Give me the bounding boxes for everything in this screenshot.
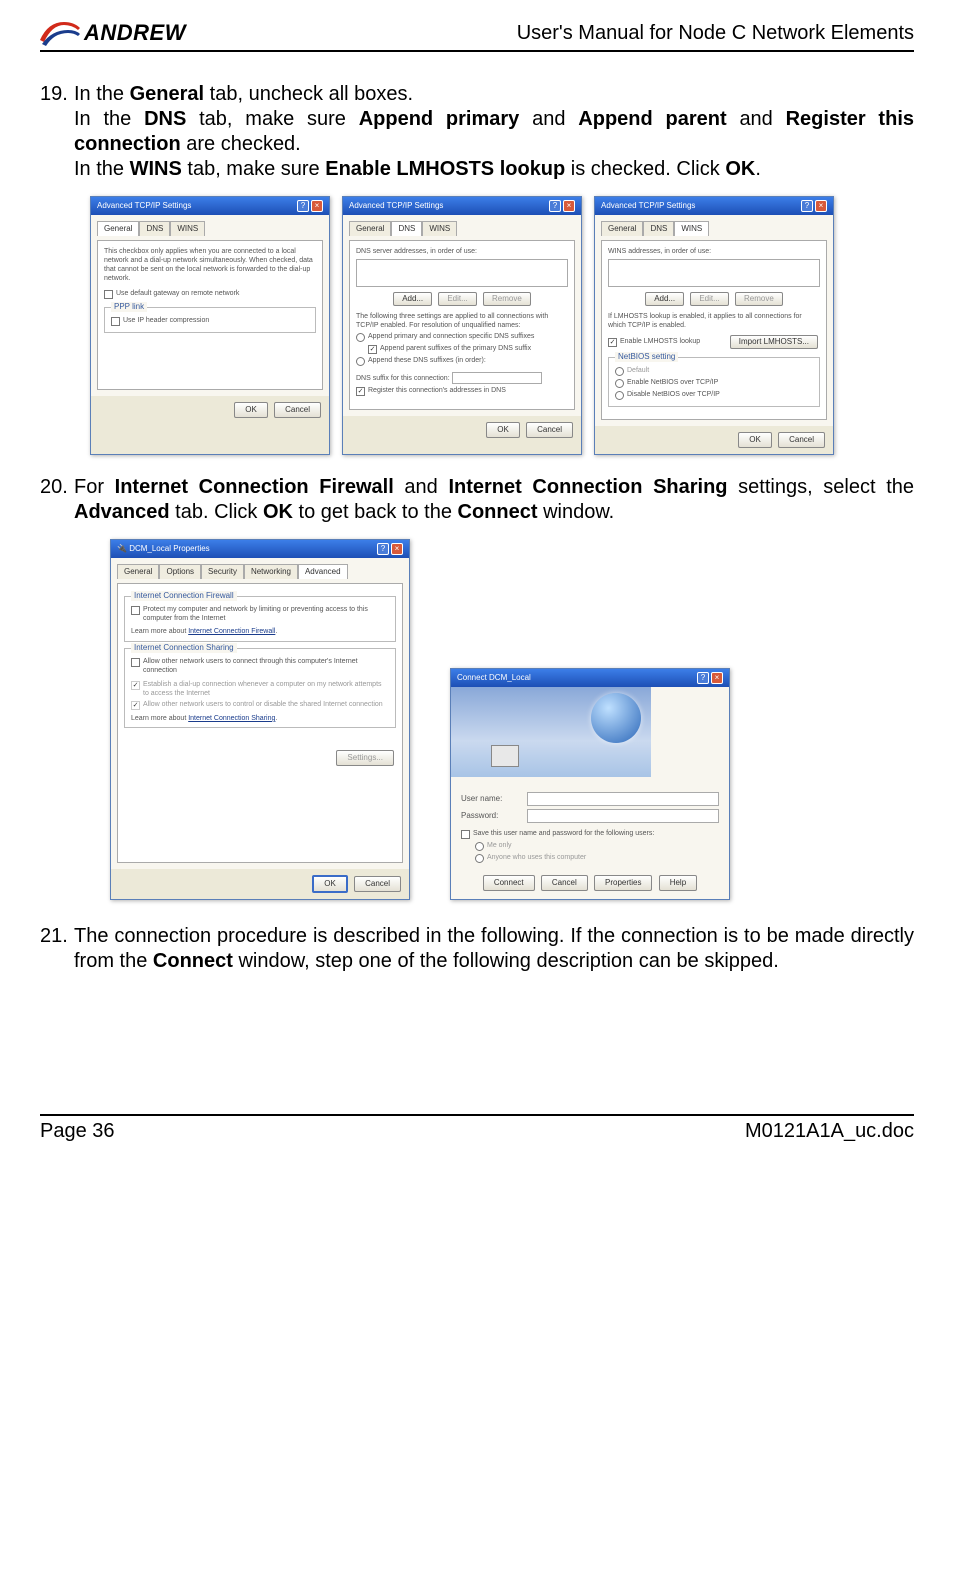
cancel-button[interactable]: Cancel — [778, 432, 825, 448]
tab-networking[interactable]: Networking — [244, 564, 298, 579]
checkbox-save-creds[interactable] — [461, 830, 470, 839]
ok-button[interactable]: OK — [312, 875, 348, 893]
checkbox-ip-header[interactable] — [111, 317, 120, 326]
page-number: Page 36 — [40, 1120, 115, 1143]
close-icon[interactable]: × — [563, 200, 575, 212]
link-icf[interactable]: Internet Connection Firewall — [188, 628, 275, 635]
help-icon[interactable]: ? — [549, 200, 561, 212]
cancel-button[interactable]: Cancel — [274, 402, 321, 418]
help-icon[interactable]: ? — [801, 200, 813, 212]
help-button[interactable]: Help — [659, 875, 697, 891]
password-input[interactable] — [527, 809, 719, 823]
checkbox-icf[interactable] — [131, 606, 140, 615]
settings-button[interactable]: Settings... — [336, 750, 394, 766]
logo: ANDREW — [40, 20, 186, 46]
logo-text: ANDREW — [84, 20, 186, 46]
help-icon[interactable]: ? — [697, 672, 709, 684]
dns-suffix-input[interactable] — [452, 372, 542, 384]
import-lmhosts-button[interactable]: Import LMHOSTS... — [730, 335, 818, 349]
window-tcpip-general: Advanced TCP/IP Settings ? × General DNS… — [90, 196, 330, 455]
tab-options[interactable]: Options — [159, 564, 201, 579]
step-number: 19. — [40, 82, 74, 182]
tab-advanced[interactable]: Advanced — [298, 564, 348, 579]
doc-id: M0121A1A_uc.doc — [745, 1120, 914, 1143]
window-titlebar: Advanced TCP/IP Settings ? × — [91, 197, 329, 215]
tab-wins[interactable]: WINS — [170, 221, 205, 236]
checkbox-default-gateway[interactable] — [104, 290, 113, 299]
link-ics[interactable]: Internet Connection Sharing — [188, 715, 275, 722]
tab-security[interactable]: Security — [201, 564, 244, 579]
tab-dns[interactable]: DNS — [139, 221, 170, 236]
ok-button[interactable]: OK — [234, 402, 268, 418]
globe-icon — [591, 693, 641, 743]
properties-button[interactable]: Properties — [594, 875, 652, 891]
window-dcm-properties: 🔌 DCM_Local Properties ? × General Optio… — [110, 539, 410, 900]
checkbox-lmhosts[interactable] — [608, 338, 617, 347]
cancel-button[interactable]: Cancel — [541, 875, 588, 891]
general-description: This checkbox only applies when you are … — [104, 247, 316, 283]
step-20: 20. For Internet Connection Firewall and… — [40, 475, 914, 525]
page-header: ANDREW User's Manual for Node C Network … — [40, 20, 914, 52]
window-tcpip-dns: Advanced TCP/IP Settings ? × General DNS… — [342, 196, 582, 455]
logo-swoosh-icon — [40, 20, 80, 46]
cancel-button[interactable]: Cancel — [526, 422, 573, 438]
username-input[interactable] — [527, 792, 719, 806]
screenshots-row-2: 🔌 DCM_Local Properties ? × General Optio… — [110, 539, 914, 900]
checkbox-ics[interactable] — [131, 658, 140, 667]
step-21: 21. The connection procedure is describe… — [40, 924, 914, 974]
connect-button[interactable]: Connect — [483, 875, 535, 891]
help-icon[interactable]: ? — [297, 200, 309, 212]
window-tcpip-wins: Advanced TCP/IP Settings ? × General DNS… — [594, 196, 834, 455]
window-connect: Connect DCM_Local ? × User name: Passwor… — [450, 668, 730, 900]
close-icon[interactable]: × — [711, 672, 723, 684]
tab-general[interactable]: General — [97, 221, 139, 236]
computer-icon — [491, 745, 519, 767]
cancel-button[interactable]: Cancel — [354, 876, 401, 892]
doc-title: User's Manual for Node C Network Element… — [517, 22, 914, 45]
screenshots-row-1: Advanced TCP/IP Settings ? × General DNS… — [90, 196, 914, 455]
close-icon[interactable]: × — [815, 200, 827, 212]
tab-general[interactable]: General — [117, 564, 159, 579]
connect-banner-image — [451, 687, 651, 777]
add-button[interactable]: Add... — [393, 292, 432, 306]
close-icon[interactable]: × — [391, 543, 403, 555]
page-footer: Page 36 M0121A1A_uc.doc — [40, 1114, 914, 1143]
help-icon[interactable]: ? — [377, 543, 389, 555]
content: 19. In the General tab, uncheck all boxe… — [40, 82, 914, 974]
ok-button[interactable]: OK — [738, 432, 772, 448]
ok-button[interactable]: OK — [486, 422, 520, 438]
close-icon[interactable]: × — [311, 200, 323, 212]
step-19: 19. In the General tab, uncheck all boxe… — [40, 82, 914, 182]
